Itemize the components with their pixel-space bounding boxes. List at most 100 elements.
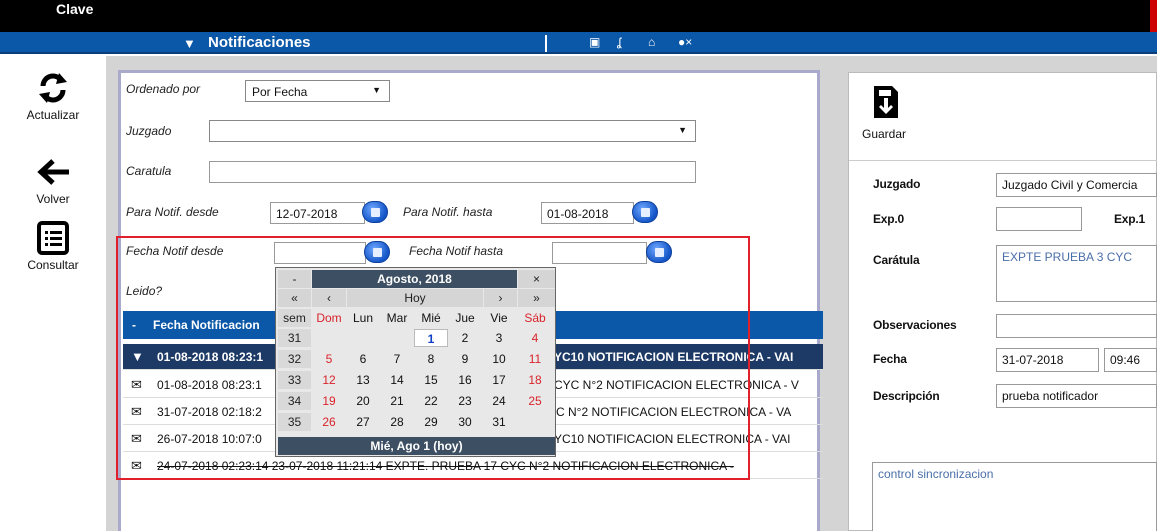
sidebar: Actualizar Volver Consultar: [0, 56, 106, 531]
detail-time-input[interactable]: 09:46: [1104, 348, 1157, 372]
week-number: 34: [278, 392, 311, 410]
header-col-date[interactable]: Fecha Notificacion: [153, 318, 260, 332]
row-date: 31-07-2018 02:18:2: [157, 405, 262, 419]
calendar-empty-day: [312, 329, 346, 347]
envelope-icon: ✉: [131, 431, 142, 446]
calendar-day[interactable]: 13: [346, 371, 380, 389]
calendar-day[interactable]: 18: [516, 371, 554, 389]
calendar-close-button[interactable]: ×: [518, 270, 555, 288]
calendar-week-row: 35 26 27 28 29 30 31: [276, 413, 557, 431]
week-number: 32: [278, 350, 311, 368]
order-label: Ordenado por: [126, 82, 201, 96]
calendar-day[interactable]: 24: [482, 392, 516, 410]
calendar-button-fecha-from[interactable]: [364, 241, 390, 263]
calendar-day[interactable]: 26: [312, 413, 346, 431]
list-icon: [37, 221, 69, 255]
row-date: 24-07-2018 02:23:14 23-07-2018 11:21:14 …: [157, 459, 734, 473]
back-arrow-icon: [37, 159, 69, 185]
row-desc: C N°2 NOTIFICACION ELECTRONICA - VA: [556, 405, 792, 419]
calendar-button-from[interactable]: [362, 201, 388, 223]
calendar-day[interactable]: 21: [380, 392, 414, 410]
calendar-day[interactable]: 9: [448, 350, 482, 368]
detail-text-area[interactable]: control sincronizacion: [872, 462, 1157, 531]
detail-date-input[interactable]: 31-07-2018: [996, 348, 1099, 372]
calendar-day[interactable]: 10: [482, 350, 516, 368]
calendar-day[interactable]: 1: [414, 329, 448, 347]
calendar-day[interactable]: 2: [448, 329, 482, 347]
calendar-week-row: 34 19 20 21 22 23 24 25: [276, 392, 557, 410]
calendar-day[interactable]: 17: [482, 371, 516, 389]
home-icon[interactable]: ⌂: [648, 35, 655, 49]
calendar-empty-day: [380, 329, 414, 347]
back-label: Volver: [36, 192, 70, 206]
row-date: 01-08-2018 08:23:1: [157, 378, 262, 392]
nav-separator: [545, 35, 547, 52]
calendar-day[interactable]: 7: [380, 350, 414, 368]
detail-exp0-input[interactable]: [996, 207, 1082, 231]
calendar-day[interactable]: 22: [414, 392, 448, 410]
calendar-prev-month[interactable]: ‹: [312, 289, 346, 307]
calendar-empty-day: [346, 329, 380, 347]
notif-from-input[interactable]: 12-07-2018: [270, 202, 365, 224]
row-desc: YC10 NOTIFICACION ELECTRONICA - VAI: [554, 432, 791, 446]
day-header: Mar: [386, 311, 408, 325]
calendar-prev-year[interactable]: «: [278, 289, 311, 307]
calendar-day[interactable]: 5: [312, 350, 346, 368]
calendar-day[interactable]: 29: [414, 413, 448, 431]
calendar-day[interactable]: 28: [380, 413, 414, 431]
calendar-day[interactable]: 27: [346, 413, 380, 431]
calendar-day[interactable]: 31: [482, 413, 516, 431]
document-icon[interactable]: ▣: [589, 35, 600, 49]
court-select[interactable]: ▼: [209, 120, 696, 142]
calendar-day[interactable]: 15: [414, 371, 448, 389]
calendar-day[interactable]: 20: [346, 392, 380, 410]
refresh-button[interactable]: Actualizar: [0, 70, 106, 122]
detail-obs-label: Observaciones: [873, 318, 957, 332]
caratula-label: Caratula: [126, 164, 172, 178]
calendar-week-row: 33 12 13 14 15 16 17 18: [276, 371, 557, 389]
day-header: Dom: [316, 311, 342, 325]
sync-icon[interactable]: ʆ: [617, 35, 621, 49]
order-select[interactable]: Por Fecha ▼: [245, 80, 390, 102]
caratula-input[interactable]: [209, 161, 696, 183]
day-header: Mié: [421, 311, 441, 325]
calendar-day[interactable]: 23: [448, 392, 482, 410]
calendar-day[interactable]: 11: [516, 350, 554, 368]
notif-to-input[interactable]: 01-08-2018: [541, 202, 634, 224]
user-remove-icon[interactable]: ●×: [678, 35, 692, 49]
calendar-week-row: 31 1 2 3 4: [276, 329, 557, 347]
consult-button[interactable]: Consultar: [0, 220, 106, 272]
detail-desc-input[interactable]: prueba notificador: [996, 384, 1157, 408]
calendar-next-month[interactable]: ›: [484, 289, 517, 307]
calendar-popup: - Agosto, 2018 × « ‹ Hoy › » sem Dom Lun…: [275, 267, 556, 457]
back-button[interactable]: Volver: [0, 154, 106, 206]
detail-caratula-input[interactable]: EXPTE PRUEBA 3 CYC: [996, 245, 1157, 302]
calendar-day[interactable]: 25: [516, 392, 554, 410]
calendar-next-year[interactable]: »: [518, 289, 555, 307]
header-col-toggle[interactable]: -: [132, 318, 136, 332]
calendar-day[interactable]: 8: [414, 350, 448, 368]
calendar-day[interactable]: 16: [448, 371, 482, 389]
calendar-footer: Mié, Ago 1 (hoy): [278, 437, 555, 455]
refresh-label: Actualizar: [26, 108, 80, 122]
calendar-button-to[interactable]: [632, 201, 658, 223]
calendar-day[interactable]: 3: [482, 329, 516, 347]
calendar-day[interactable]: 4: [516, 329, 554, 347]
envelope-icon: ✉: [131, 458, 142, 473]
calendar-button-fecha-to[interactable]: [646, 241, 672, 263]
notif-to-label: Para Notif. hasta: [403, 205, 493, 219]
calendar-day[interactable]: 14: [380, 371, 414, 389]
calendar-day[interactable]: 19: [312, 392, 346, 410]
fecha-from-input[interactable]: [274, 242, 366, 264]
detail-court-input[interactable]: Juzgado Civil y Comercia: [996, 173, 1157, 197]
calendar-day[interactable]: 30: [448, 413, 482, 431]
calendar-day[interactable]: 6: [346, 350, 380, 368]
calendar-today-button[interactable]: Hoy: [347, 289, 483, 307]
save-button[interactable]: Guardar: [862, 84, 906, 141]
calendar-menu-button[interactable]: -: [278, 270, 311, 288]
fecha-to-input[interactable]: [552, 242, 647, 264]
day-header: Sáb: [524, 311, 546, 325]
row-date: 01-08-2018 08:23:1: [157, 350, 264, 364]
detail-obs-input[interactable]: [996, 314, 1157, 338]
calendar-day[interactable]: 12: [312, 371, 346, 389]
